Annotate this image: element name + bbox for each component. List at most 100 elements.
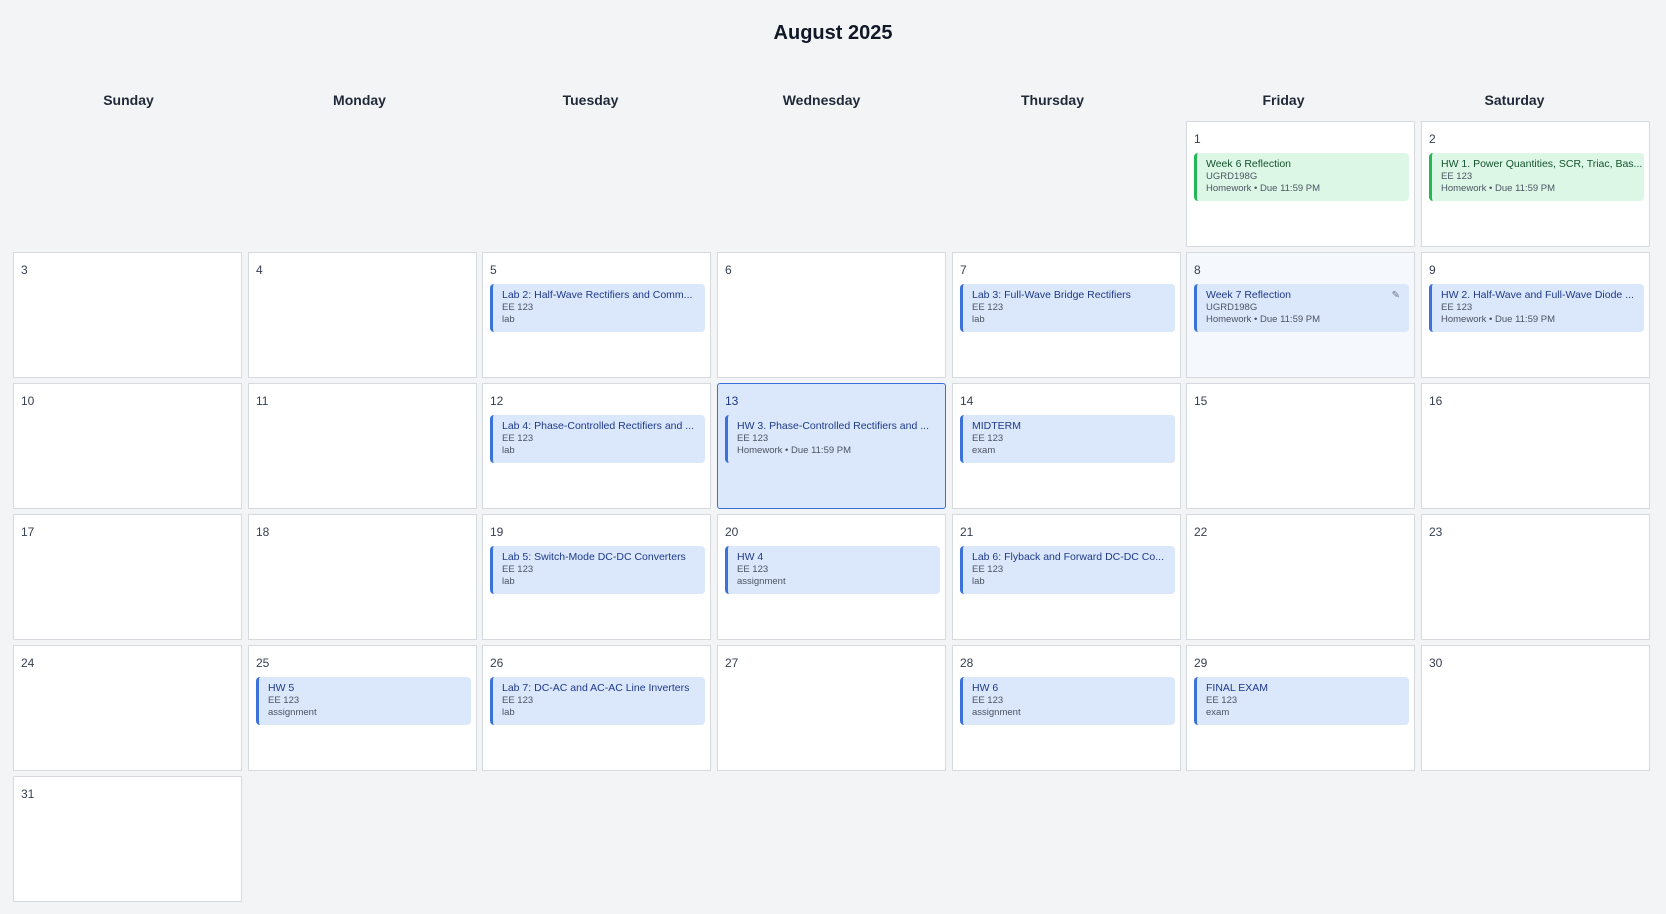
weekday-friday: Friday [1262,92,1305,108]
day-cell-3[interactable]: 3 [13,252,242,378]
day-cell-8[interactable]: 8 ✎ Week 7 Reflection UGRD198G Homework … [1186,252,1415,378]
day-cell-5[interactable]: 5 Lab 2: Half-Wave Rectifiers and Comm..… [482,252,711,378]
event-title: HW 5 [268,682,295,694]
day-cell-15[interactable]: 15 [1186,383,1415,509]
day-cell-11[interactable]: 11 [248,383,477,509]
day-number: 13 [725,394,739,408]
day-cell-30[interactable]: 30 [1421,645,1650,771]
day-cell-18[interactable]: 18 [248,514,477,640]
event-course: EE 123 [502,302,534,313]
event-meta: lab [502,576,515,587]
event-course: EE 123 [972,433,1004,444]
day-cell-13-today[interactable]: 13 HW 3. Phase-Controlled Rectifiers and… [717,383,946,509]
event-meta: Homework • Due 11:59 PM [1441,314,1556,325]
event-meta: lab [502,445,515,456]
event-course: EE 123 [972,564,1004,575]
event-title: MIDTERM [972,420,1021,432]
event-course: UGRD198G [1206,302,1258,313]
day-cell-10[interactable]: 10 [13,383,242,509]
event-meta: exam [972,445,996,456]
day-cell-28[interactable]: 28 HW 6 EE 123 assignment [952,645,1181,771]
day-cell-29[interactable]: 29 FINAL EXAM EE 123 exam [1186,645,1415,771]
day-number: 6 [725,263,732,277]
event-title: HW 2. Half-Wave and Full-Wave Diode ... [1441,289,1634,301]
event-week-7-reflection[interactable]: ✎ Week 7 Reflection UGRD198G Homework • … [1194,284,1409,332]
event-title: Lab 5: Switch-Mode DC-DC Converters [502,551,686,563]
event-course: EE 123 [502,433,534,444]
day-cell-20[interactable]: 20 HW 4 EE 123 assignment [717,514,946,640]
day-number: 19 [490,525,504,539]
event-meta: lab [972,576,985,587]
day-cell-16[interactable]: 16 [1421,383,1650,509]
event-week-6-reflection[interactable]: Week 6 Reflection UGRD198G Homework • Du… [1194,153,1409,201]
day-number: 7 [960,263,967,277]
event-hw-4[interactable]: HW 4 EE 123 assignment [725,546,940,594]
day-cell-23[interactable]: 23 [1421,514,1650,640]
day-number: 31 [21,787,35,801]
event-hw-1[interactable]: HW 1. Power Quantities, SCR, Triac, Bas.… [1429,153,1644,201]
event-title: HW 1. Power Quantities, SCR, Triac, Bas.… [1441,158,1643,170]
event-hw-6[interactable]: HW 6 EE 123 assignment [960,677,1175,725]
event-meta: assignment [268,707,317,718]
day-cell-9[interactable]: 9 HW 2. Half-Wave and Full-Wave Diode ..… [1421,252,1650,378]
day-cell-2[interactable]: 2 HW 1. Power Quantities, SCR, Triac, Ba… [1421,121,1650,247]
event-meta: Homework • Due 11:59 PM [1206,314,1321,325]
day-number: 11 [256,394,269,408]
day-number: 26 [490,656,504,670]
event-lab-4[interactable]: Lab 4: Phase-Controlled Rectifiers and .… [490,415,705,463]
day-cell-22[interactable]: 22 [1186,514,1415,640]
event-lab-3[interactable]: Lab 3: Full-Wave Bridge Rectifiers EE 12… [960,284,1175,332]
event-meta: Homework • Due 11:59 PM [1441,183,1556,194]
weekday-wednesday: Wednesday [782,92,861,108]
event-meta: lab [972,314,985,325]
event-course: EE 123 [502,695,534,706]
day-number: 2 [1429,132,1436,146]
event-title: Lab 4: Phase-Controlled Rectifiers and .… [502,420,695,432]
event-lab-2[interactable]: Lab 2: Half-Wave Rectifiers and Comm... … [490,284,705,332]
weekday-tuesday: Tuesday [562,92,619,108]
day-number: 12 [490,394,504,408]
event-meta: lab [502,314,515,325]
event-course: EE 123 [737,433,769,444]
day-cell-17[interactable]: 17 [13,514,242,640]
event-hw-5[interactable]: HW 5 EE 123 assignment [256,677,471,725]
day-number: 28 [960,656,974,670]
day-cell-6[interactable]: 6 [717,252,946,378]
day-number: 24 [21,656,35,670]
event-lab-5[interactable]: Lab 5: Switch-Mode DC-DC Converters EE 1… [490,546,705,594]
day-cell-27[interactable]: 27 [717,645,946,771]
day-number: 16 [1429,394,1443,408]
day-cell-7[interactable]: 7 Lab 3: Full-Wave Bridge Rectifiers EE … [952,252,1181,378]
pencil-edit-icon[interactable]: ✎ [1392,290,1400,301]
event-course: EE 123 [737,564,769,575]
day-cell-21[interactable]: 21 Lab 6: Flyback and Forward DC-DC Co..… [952,514,1181,640]
day-cell-26[interactable]: 26 Lab 7: DC-AC and AC-AC Line Inverters… [482,645,711,771]
month-title: August 2025 [773,22,893,44]
day-cell-31[interactable]: 31 [13,776,242,902]
day-number: 8 [1194,263,1201,277]
day-number: 1 [1194,132,1201,146]
event-course: EE 123 [972,695,1004,706]
event-final-exam[interactable]: FINAL EXAM EE 123 exam [1194,677,1409,725]
event-title: Lab 2: Half-Wave Rectifiers and Comm... [502,289,693,301]
weekday-monday: Monday [333,92,386,108]
day-cell-14[interactable]: 14 MIDTERM EE 123 exam [952,383,1181,509]
event-lab-7[interactable]: Lab 7: DC-AC and AC-AC Line Inverters EE… [490,677,705,725]
weekday-thursday: Thursday [1020,92,1084,108]
event-title: Week 6 Reflection [1206,158,1292,170]
event-title: Lab 3: Full-Wave Bridge Rectifiers [972,289,1131,301]
event-course: UGRD198G [1206,171,1258,182]
event-lab-6[interactable]: Lab 6: Flyback and Forward DC-DC Co... E… [960,546,1175,594]
day-cell-1[interactable]: 1 Week 6 Reflection UGRD198G Homework • … [1186,121,1415,247]
event-course: EE 123 [1441,171,1473,182]
event-hw-2[interactable]: HW 2. Half-Wave and Full-Wave Diode ... … [1429,284,1644,332]
day-cell-25[interactable]: 25 HW 5 EE 123 assignment [248,645,477,771]
day-cell-4[interactable]: 4 [248,252,477,378]
event-hw-3[interactable]: HW 3. Phase-Controlled Rectifiers and ..… [725,415,940,463]
day-cell-19[interactable]: 19 Lab 5: Switch-Mode DC-DC Converters E… [482,514,711,640]
day-cell-24[interactable]: 24 [13,645,242,771]
event-midterm[interactable]: MIDTERM EE 123 exam [960,415,1175,463]
day-cell-12[interactable]: 12 Lab 4: Phase-Controlled Rectifiers an… [482,383,711,509]
day-number: 15 [1194,394,1208,408]
event-meta: Homework • Due 11:59 PM [1206,183,1321,194]
